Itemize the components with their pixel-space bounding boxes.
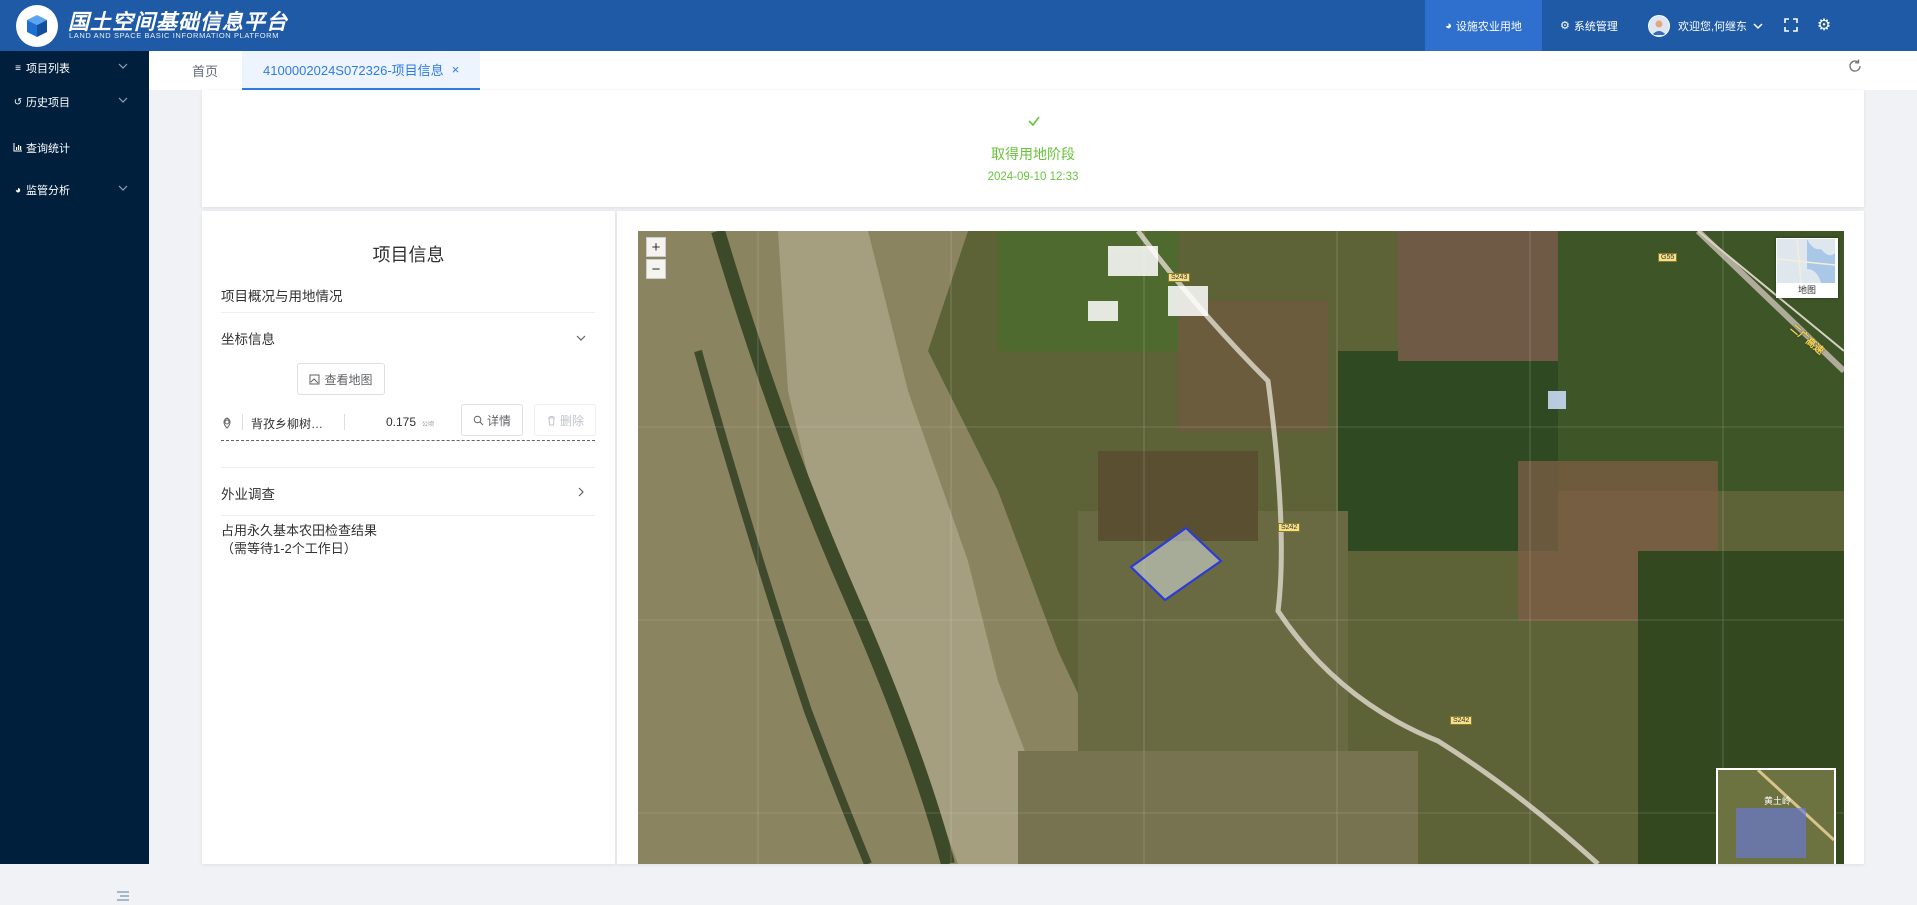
zoom-out-button[interactable]: −: [646, 259, 666, 279]
chevron-down-icon: [118, 185, 128, 191]
nav-label: 系统管理: [1573, 20, 1618, 33]
field-survey-section[interactable]: 外业调查: [221, 483, 595, 503]
sidebar-item-label: 查询统计: [26, 143, 70, 155]
farmland-check-note: （需等待1-2个工作日）: [221, 541, 357, 556]
satellite-map[interactable]: S243 S242 S242 G55 二广高速 + − 地图 黄土岭: [638, 231, 1844, 864]
chevron-down-icon: [1753, 22, 1763, 29]
history-icon: ↺: [13, 96, 23, 108]
button-label: 查看地图: [324, 372, 373, 387]
overview-imagery: [1718, 770, 1834, 864]
pie-chart-icon: ◕: [1445, 19, 1452, 32]
road-label: S242: [1450, 716, 1473, 725]
fullscreen-icon[interactable]: [1780, 14, 1802, 36]
sidebar: ≡ 项目列表 ↺ 历史项目 查询统计 ◕ 监管分析: [0, 51, 149, 901]
field-survey-label: 外业调查: [221, 487, 275, 502]
delete-button[interactable]: 删除: [534, 404, 596, 436]
gears-icon: ⚙: [1560, 20, 1570, 32]
sidebar-item-project-list[interactable]: ≡ 项目列表: [0, 55, 149, 81]
divider: [221, 515, 595, 516]
zoom-in-button[interactable]: +: [646, 237, 666, 257]
close-icon[interactable]: ×: [452, 62, 460, 77]
panel-title: 项目信息: [372, 245, 445, 265]
tabs-bar: 首页 4100002024S072326-项目信息 ×: [149, 51, 1917, 90]
divider: [242, 414, 243, 430]
user-greeting: 欢迎您,何继东: [1678, 20, 1748, 33]
stage-status-card: 取得用地阶段 2024-09-10 12:33: [202, 90, 1864, 207]
coord-section-header[interactable]: 坐标信息: [221, 328, 595, 348]
check-icon: [1028, 116, 1040, 127]
avatar: [1648, 14, 1670, 37]
trash-icon: [547, 415, 555, 425]
farmland-check-title: 占用永久基本农田检查结果: [221, 523, 378, 538]
top-header: 国土空间基础信息平台 LAND AND SPACE BASIC INFORMAT…: [0, 0, 1917, 51]
overview-section[interactable]: 项目概况与用地情况: [221, 285, 595, 305]
road-label: G55: [1658, 253, 1678, 262]
coord-section-label: 坐标信息: [221, 332, 275, 347]
chevron-down-icon: [576, 335, 586, 341]
search-icon: [473, 415, 484, 425]
farmland-check-result: 占用永久基本农田检查结果 （需等待1-2个工作日）: [221, 522, 595, 558]
cube-icon: [27, 15, 47, 37]
sidebar-item-query-stats[interactable]: 查询统计: [0, 135, 149, 161]
platform-logo: [16, 5, 58, 47]
view-map-button[interactable]: 查看地图: [297, 363, 385, 395]
image-icon: [309, 374, 320, 384]
nav-system-management[interactable]: ⚙ 系统管理: [1560, 0, 1620, 51]
location-icon: [223, 417, 231, 429]
tab-label: 4100002024S072326-项目信息: [263, 63, 444, 78]
user-menu[interactable]: 欢迎您,何继东: [1648, 0, 1763, 51]
overview-label: 黄土岭: [1764, 796, 1792, 806]
map-overview[interactable]: 黄土岭: [1716, 768, 1836, 864]
collapse-menu-icon[interactable]: [114, 887, 132, 905]
project-info-panel: 项目信息 项目概况与用地情况 坐标信息 查看地图 背孜乡柳树… 0.175 公顷…: [202, 211, 615, 864]
overview-label: 项目概况与用地情况: [221, 289, 343, 304]
sidebar-item-label: 项目列表: [26, 63, 70, 75]
sidebar-item-supervision[interactable]: ◕ 监管分析: [0, 177, 149, 203]
platform-subtitle: LAND AND SPACE BASIC INFORMATION PLATFOR…: [69, 31, 280, 40]
area-unit: 公顷: [422, 422, 435, 428]
coord-item-row: 背孜乡柳树… 0.175 公顷 详情 删除: [221, 404, 596, 441]
sidebar-item-history[interactable]: ↺ 历史项目: [0, 89, 149, 115]
refresh-icon[interactable]: [1846, 57, 1864, 75]
nav-facility-agri-land[interactable]: ◕ 设施农业用地: [1425, 0, 1542, 51]
map-thumbnail-icon: [1776, 238, 1836, 284]
divider: [221, 312, 595, 313]
nav-label: 设施农业用地: [1455, 20, 1522, 33]
detail-button[interactable]: 详情: [461, 404, 523, 436]
road-label: S243: [1168, 273, 1191, 282]
button-label: 删除: [559, 413, 584, 428]
tab-project-info[interactable]: 4100002024S072326-项目信息 ×: [242, 51, 481, 90]
chevron-down-icon: [118, 97, 128, 103]
chevron-right-icon: [578, 487, 584, 497]
stage-time: 2024-09-10 12:33: [987, 171, 1079, 183]
pie-chart-icon: ◕: [14, 184, 22, 196]
coord-item-name: 背孜乡柳树…: [251, 417, 324, 431]
settings-icon[interactable]: ⚙: [1813, 14, 1835, 36]
list-icon: ≡: [15, 62, 21, 74]
basemap-label: 地图: [1797, 285, 1816, 295]
tab-label: 首页: [192, 64, 219, 79]
sidebar-item-label: 历史项目: [26, 97, 70, 109]
tab-home[interactable]: 首页: [192, 51, 218, 90]
button-label: 详情: [486, 413, 511, 428]
divider: [221, 467, 595, 468]
sidebar-item-label: 监管分析: [26, 185, 70, 197]
chevron-down-icon: [118, 63, 128, 69]
bar-chart-icon: [13, 142, 23, 155]
divider: [344, 414, 345, 430]
basemap-switch-button[interactable]: 地图: [1776, 238, 1838, 298]
road-label: S242: [1278, 523, 1301, 532]
stage-title: 取得用地阶段: [991, 146, 1075, 162]
satellite-imagery: [638, 231, 1844, 864]
coord-item-area: 0.175: [386, 415, 417, 429]
